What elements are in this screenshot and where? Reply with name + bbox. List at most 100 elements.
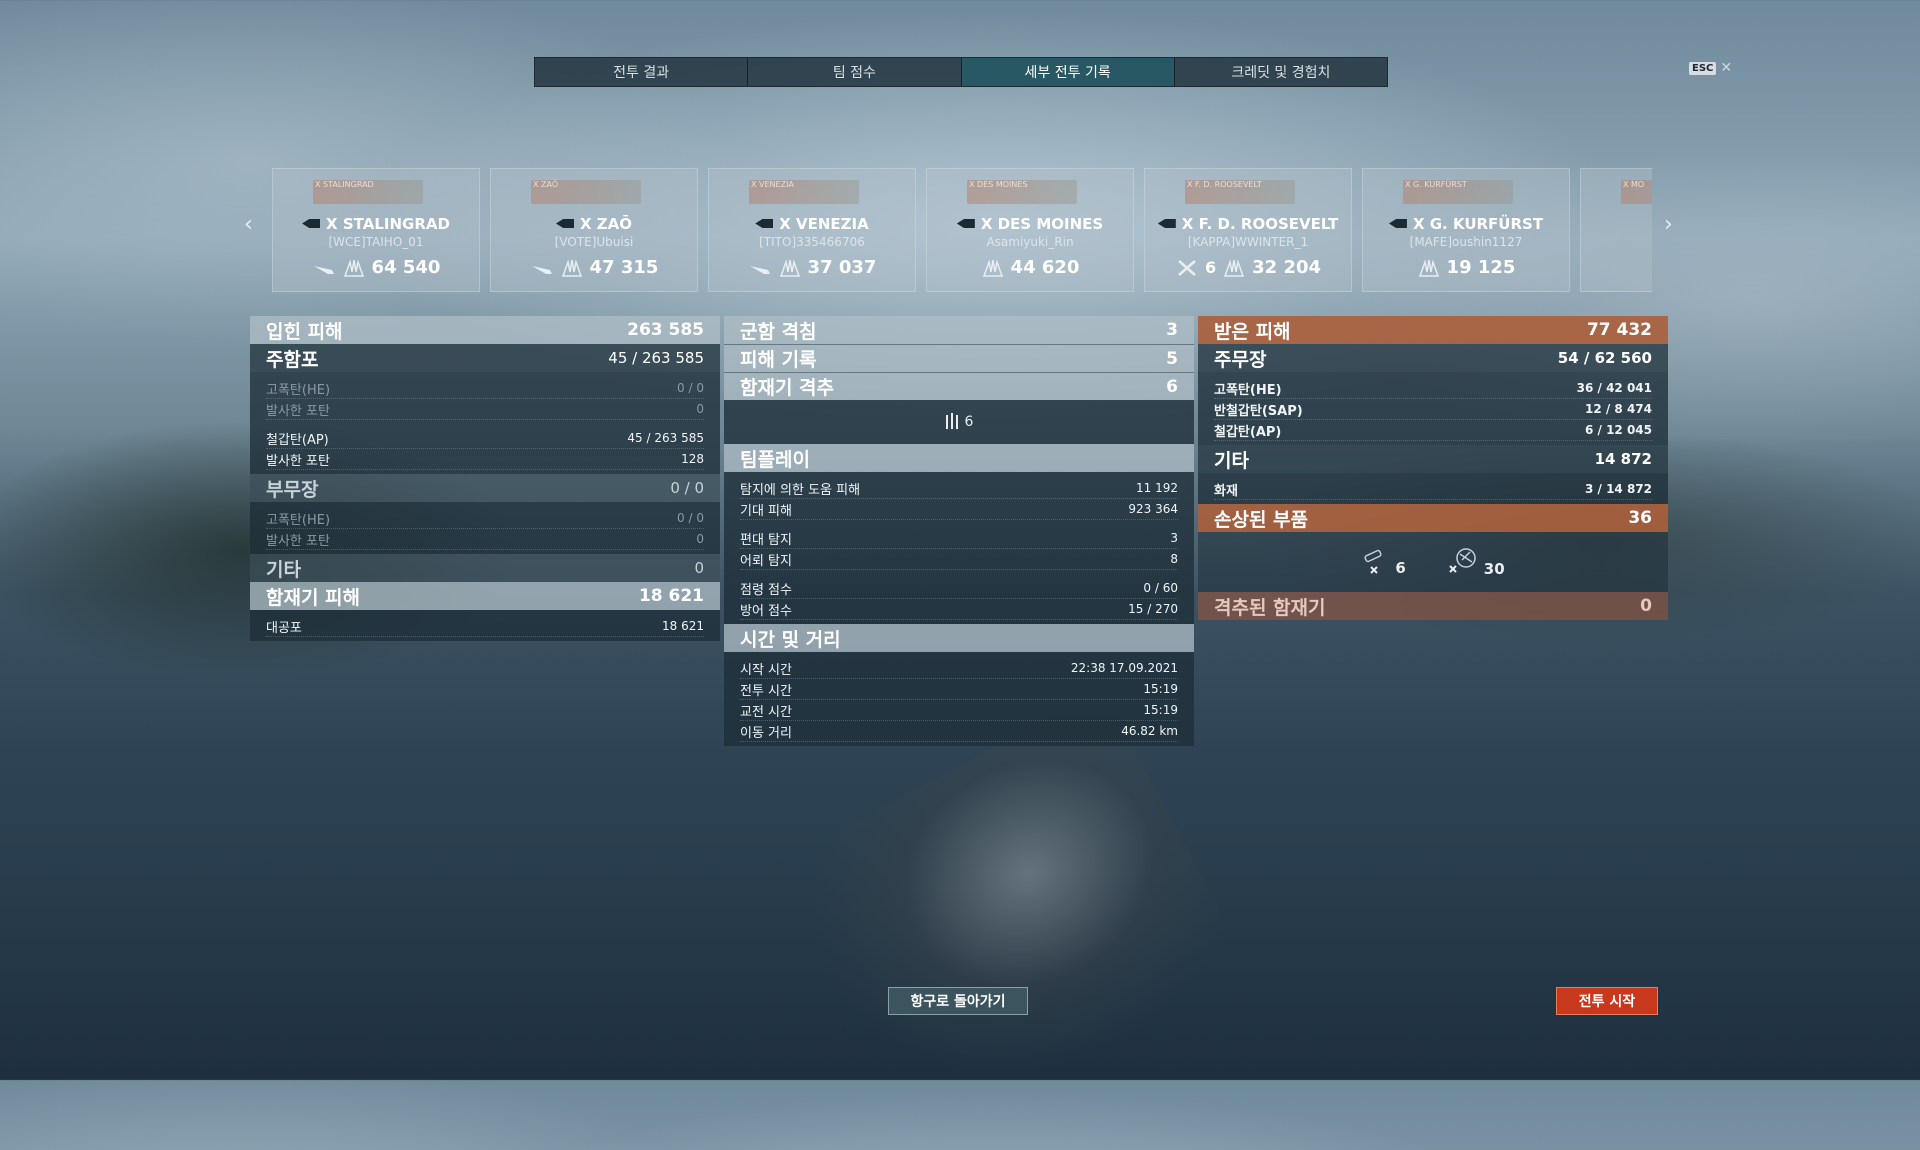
planes-shot-label: 함재기 격추 [740,377,835,399]
main-battery-value: 45 / 263 585 [608,349,704,367]
player-name: [TITO]335466706 [759,235,865,249]
ship-damage: 47 315 [589,257,659,278]
stat-row: 편대 탐지 3 [740,528,1178,549]
cruiser-class-icon [1157,219,1176,228]
ship-card[interactable]: X G. KURFÜRST X G. KURFÜRST [MAFE]oushin11… [1362,168,1570,292]
player-name: [MAFE]oushin1127 [1409,235,1523,249]
damaged-modules-label: 손상된 부품 [1214,508,1309,531]
secondary-battery-header: 부무장 0 / 0 [250,474,720,502]
ship-stats: 47 315 [491,257,697,278]
torpedo-hit-icon [749,265,770,274]
time-distance-details: 시작 시간 22:38 17.09.2021 전투 시간 15:19 교전 시간 15:1… [724,652,1194,746]
damage-dealt-label: 입힌 피해 [266,320,343,343]
damage-icon [779,258,800,277]
ship-damage: 19 125 [1446,257,1516,278]
tab-detailed-report[interactable]: 세부 전투 기록 [961,58,1175,86]
aa-mount-icon [1449,548,1476,573]
stat-row: 화재 3 / 14 872 [1214,479,1652,500]
player-name: [VOTE]Ubuisi [554,235,634,249]
time-distance-header: 시간 및 거리 [724,624,1194,652]
other-damage-header: 기타 0 [250,554,720,582]
tab-team-score[interactable]: 팀 점수 [748,58,962,86]
achievements-panel: 군함 격침 3 피해 기록 5 함재기 격추 6 6 팀플레이 탐지에 의한 도… [724,316,1194,746]
ship-mini-name: X G. KURFÜRST [1405,180,1467,189]
planes-shot-header: 함재기 격추 6 [724,372,1194,400]
player-name: [WCE]TAIHO_01 [328,235,424,249]
damage-received-panel: 받은 피해 77 432 주무장 54 / 62 560 고폭탄(HE) 36 /… [1198,316,1668,620]
ship-stats: 64 540 [273,257,479,278]
ship-name: X STALINGRAD [273,215,479,233]
ship-name: X G. KURFÜRST [1363,215,1569,233]
ship-card[interactable]: X VENEZIA X VENEZIA [TITO]335466706 37 037 [708,168,916,292]
main-battery-details: 고폭탄(HE) 0 / 0 발사한 포탄 0 철갑탄(AP) 45 / 263 585… [250,372,720,474]
damage-dealt-value: 263 585 [627,320,704,340]
damage-received-value: 77 432 [1586,320,1652,340]
cruiser-class-icon [956,219,975,228]
teamplay-header: 팀플레이 [724,444,1194,472]
kills-header: 군함 격침 3 [724,316,1194,344]
ship-damage: 32 204 [1252,257,1322,278]
damage-received-label: 받은 피해 [1214,320,1291,343]
module-count: 6 [1395,559,1406,577]
ship-mini-name: X VENEZIA [751,180,794,189]
player-name: [KAPPA]WWINTER_1 [1187,235,1309,249]
planes-lost-header: 격추된 함재기 0 [1198,592,1668,620]
main-battery-label: 주함포 [266,348,319,371]
ship-damage: 44 620 [1010,257,1080,278]
planes-shot-count: 6 [964,414,974,430]
ship-mini-name: X MO [1623,180,1645,189]
ship-stats: 6 32 204 [1145,257,1351,278]
received-other-details: 화재 3 / 14 872 [1198,473,1668,504]
damage-icon [561,258,582,277]
planes-lost-value: 0 [1640,596,1652,616]
ship-mini-name: X STALINGRAD [315,180,374,189]
torpedo-hit-icon [313,265,334,274]
tab-credits-xp[interactable]: 크레딧 및 경험치 [1174,58,1387,86]
stat-row: 고폭탄(HE) 36 / 42 041 [1214,378,1652,399]
ship-mini-name: X ZAŌ [533,180,559,189]
stat-row: 방어 점수 15 / 270 [740,599,1178,620]
aa-gun-icon [945,413,958,429]
ship-card[interactable]: X MO [G [1580,168,1652,292]
main-battery-header: 주함포 45 / 263 585 [250,344,720,372]
received-main-value: 54 / 62 560 [1557,349,1652,367]
cruiser-class-icon [755,219,774,228]
damage-received-header: 받은 피해 77 432 [1198,316,1668,344]
planes-shot-detail: 6 [724,400,1194,444]
stat-row: 시작 시간 22:38 17.09.2021 [740,658,1178,679]
ship-card[interactable]: X STALINGRAD X STALINGRAD [WCE]TAIHO_01 64 … [272,168,480,292]
aircraft-damage-header: 함재기 피해 18 621 [250,582,720,610]
damage-records-header: 피해 기록 5 [724,344,1194,372]
received-main-label: 주무장 [1214,348,1267,371]
background-ship [767,689,1253,1150]
stat-row: 기대 피해 923 364 [740,499,1178,520]
damage-icon [1224,258,1245,277]
aircraft-damage-label: 함재기 피해 [266,586,361,609]
received-other-value: 14 872 [1594,450,1652,468]
ship-stats: 44 620 [927,257,1133,278]
scroll-left-arrow[interactable]: ‹ [244,212,253,237]
stat-row: 점령 점수 0 / 60 [740,578,1178,599]
time-distance-label: 시간 및 거리 [740,628,841,651]
cruiser-class-icon [555,219,574,228]
ship-card[interactable]: X F. D. ROOSEVELT X F. D. ROOSEVELT [KAPPA… [1144,168,1352,292]
tab-battle-results[interactable]: 전투 결과 [535,58,749,86]
ship-name: X VENEZIA [709,215,915,233]
teamplay-details: 탐지에 의한 도움 피해 11 192 기대 피해 923 364 편대 탐지 3 어뢰 탐… [724,472,1194,624]
ship-card[interactable]: X ZAŌ X ZAŌ [VOTE]Ubuisi 47 315 [490,168,698,292]
battle-button[interactable]: 전투 시작 [1556,987,1658,1015]
ship-card[interactable]: X DES MOINES X DES MOINES Asamiyuki_Rin 44 … [926,168,1134,292]
stat-row: 발사한 포탄 0 [266,529,704,550]
received-main-details: 고폭탄(HE) 36 / 42 041 반철갑탄(SAP) 12 / 8 474 철… [1198,372,1668,445]
scroll-right-arrow[interactable]: › [1664,212,1673,237]
stat-row: 대공포 18 621 [266,616,704,637]
esc-close-button[interactable]: ESC ✕ [1689,60,1732,76]
stat-row: 철갑탄(AP) 6 / 12 045 [1214,420,1652,441]
cruiser-class-icon [302,219,321,228]
return-to-port-button[interactable]: 항구로 돌아가기 [888,987,1028,1015]
damaged-modules-detail: 6 30 [1198,532,1668,592]
torpedo-tube-icon [1364,549,1382,574]
torpedo-hit-icon [531,265,552,274]
other-value: 0 [694,559,704,577]
secondary-value: 0 / 0 [670,479,704,497]
